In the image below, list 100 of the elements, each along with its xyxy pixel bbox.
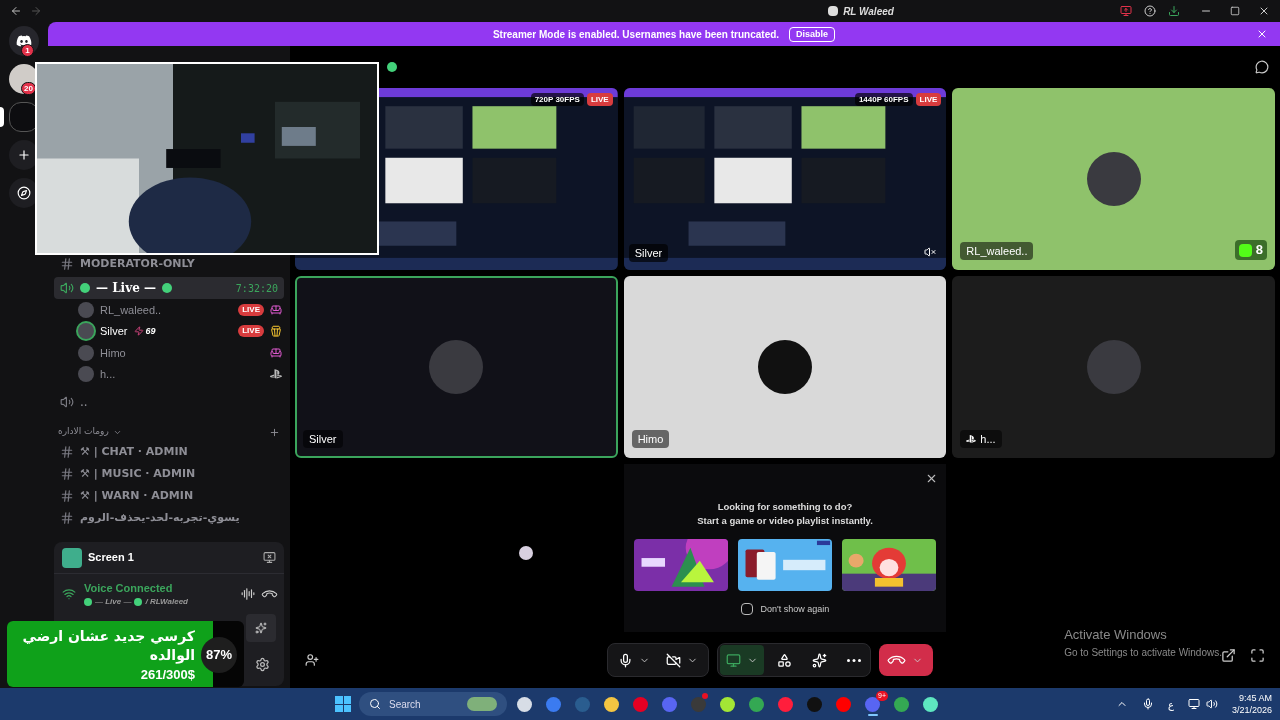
hash-icon	[60, 467, 74, 481]
live-badge: LIVE	[238, 303, 264, 316]
sparkle-icon	[255, 622, 267, 634]
voice-channel[interactable]: ..	[54, 391, 284, 413]
chat-icon[interactable]	[1255, 60, 1269, 74]
text-channel[interactable]: يسوي-تجربه-لحد-يحذف-الروم	[54, 507, 284, 529]
voice-member[interactable]: RL_waleed.. LIVE	[78, 299, 282, 321]
stop-stream-icon[interactable]	[263, 551, 276, 564]
app-icon[interactable]	[517, 696, 532, 712]
screen-share-icon[interactable]	[1120, 5, 1132, 17]
start-icon[interactable]	[335, 696, 351, 712]
close-icon[interactable]	[1258, 5, 1270, 17]
sofa-icon	[270, 346, 282, 359]
close-icon[interactable]	[1256, 28, 1268, 40]
user-tile[interactable]: h...	[952, 276, 1275, 458]
checkbox[interactable]	[740, 603, 753, 616]
user-name: RL_waleed..	[966, 243, 1028, 259]
category-name[interactable]: رومات الاداره	[58, 425, 109, 439]
user-tile[interactable]: RL_waleed.. 8	[952, 88, 1275, 270]
activity-subheading: Start a game or video playlist instantly.	[697, 514, 873, 529]
plus-icon[interactable]	[269, 426, 280, 438]
user-name: h...	[980, 431, 996, 447]
circle-emoji-icon	[387, 62, 397, 72]
channel-name: ⚒ | CHAT · ADMIN	[80, 443, 188, 460]
screen-share-button[interactable]	[720, 645, 764, 675]
search-highlight-icon	[467, 697, 497, 711]
member-name: Himo	[100, 345, 126, 361]
sofa-icon	[270, 303, 282, 316]
stream-title: Screen 1	[88, 550, 134, 566]
member-name: RL_waleed..	[100, 302, 162, 318]
voice-channel[interactable]: — Live — 7:32:20	[54, 277, 284, 299]
home-button[interactable]	[9, 26, 39, 56]
quality-badge: 720P 30FPS	[530, 93, 584, 106]
app-icon[interactable]	[923, 696, 938, 712]
audio-icon[interactable]	[241, 587, 255, 601]
app-icon[interactable]	[894, 696, 909, 712]
channel-name: MODERATOR-ONLY	[80, 255, 195, 272]
user-avatar	[429, 340, 484, 394]
live-badge: LIVE	[915, 93, 942, 106]
logo-icon	[16, 33, 32, 49]
sparkle-icon	[812, 652, 827, 668]
gamepad-logo-icon	[966, 434, 977, 444]
activity-heading: Looking for something to do?	[717, 500, 853, 514]
window-title: RL Waleed	[843, 4, 894, 19]
camera-off-icon	[666, 652, 681, 668]
mic-icon[interactable]	[1142, 698, 1154, 710]
search-field[interactable]: Search	[359, 692, 507, 716]
search-icon	[369, 698, 381, 710]
connection-status: Voice Connected	[84, 580, 174, 596]
user-avatar	[758, 340, 812, 394]
logo-icon	[1238, 243, 1252, 257]
clock-date[interactable]: 3/21/2026	[1231, 704, 1272, 716]
add-user-icon[interactable]	[305, 653, 319, 667]
channel-name: ..	[80, 394, 88, 411]
download-icon[interactable]	[1168, 5, 1180, 17]
user-tile[interactable]: Himo	[623, 276, 947, 458]
volume-icon[interactable]	[1205, 698, 1218, 710]
text-channel[interactable]: MODERATOR-ONLY	[54, 253, 284, 275]
search-placeholder: Search	[389, 697, 422, 712]
pop-out-icon[interactable]	[1221, 647, 1236, 663]
plus-icon	[17, 148, 31, 162]
channel-name: ⚒ | WARN · ADMIN	[80, 487, 194, 504]
voice-member[interactable]: h...	[78, 363, 282, 385]
user-tile[interactable]: Silver	[295, 276, 618, 458]
back-icon[interactable]	[10, 5, 22, 17]
text-channel[interactable]: ⚒ | MUSIC · ADMIN	[54, 463, 284, 485]
connected-server: / RLWaleed	[145, 596, 188, 609]
channel-name: — Live —	[96, 280, 156, 297]
monitor-icon	[726, 652, 741, 668]
hang-up-button[interactable]	[879, 644, 933, 676]
watermark-title: Activate Windows	[1064, 626, 1168, 644]
clock-time[interactable]: 9:45 AM	[1238, 692, 1272, 704]
voice-member[interactable]: Silver 69 LIVE	[78, 320, 282, 342]
soundboard-button[interactable]	[246, 614, 276, 642]
voice-member[interactable]: Himo	[78, 342, 282, 364]
network-icon[interactable]	[1187, 698, 1200, 710]
app-icon[interactable]	[720, 696, 735, 712]
text-channel[interactable]: ⚒ | CHAT · ADMIN	[54, 441, 284, 463]
selection-pill	[0, 107, 4, 127]
user-name: Himo	[637, 431, 664, 447]
fullscreen-icon[interactable]	[1250, 647, 1265, 663]
maximize-icon[interactable]	[1230, 6, 1240, 16]
connected-channel: — Live —	[95, 596, 132, 609]
mic-icon	[618, 652, 633, 668]
sticker-icon	[519, 546, 534, 560]
stream-tile[interactable]: 1440P 60FPS LIVE Silver	[623, 88, 947, 270]
help-icon[interactable]	[1144, 5, 1156, 17]
mute-icon[interactable]	[924, 246, 937, 258]
app-icon[interactable]	[604, 696, 619, 712]
quality-badge: 1440P 60FPS	[854, 93, 913, 106]
shapes-icon	[777, 652, 792, 668]
circle-emoji-icon	[161, 283, 172, 293]
app-icon[interactable]	[749, 696, 764, 712]
text-channel[interactable]: ⚒ | WARN · ADMIN	[54, 485, 284, 507]
keyboard-language[interactable]: ع	[1168, 696, 1174, 712]
circle-emoji-icon	[134, 598, 143, 607]
notification-badge: 20	[21, 82, 36, 95]
settings-icon[interactable]	[255, 656, 270, 672]
donation-amount: 261/300$	[140, 666, 195, 684]
disable-button[interactable]: Disable	[789, 26, 836, 42]
